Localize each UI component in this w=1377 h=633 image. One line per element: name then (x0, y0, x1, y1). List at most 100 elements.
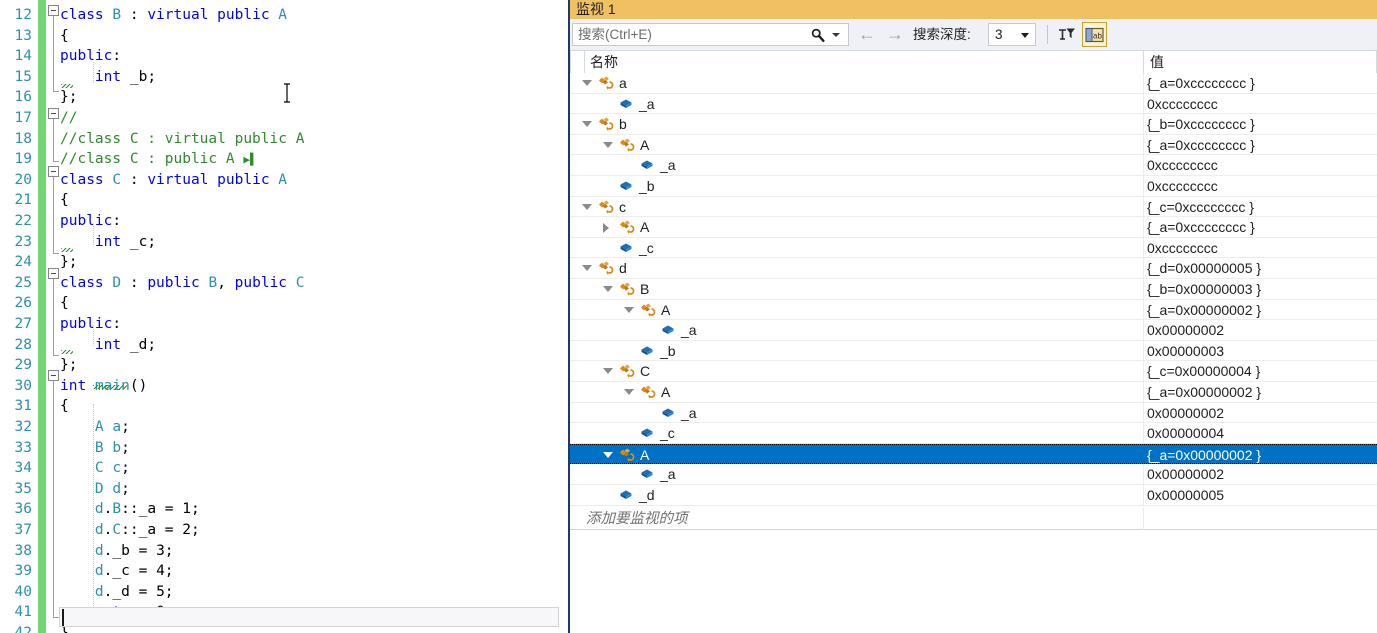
column-header-name[interactable]: 名称 (590, 51, 618, 73)
watch-row[interactable]: d {_d=0x00000005 } (570, 258, 1377, 279)
fold-toggle-line12[interactable] (48, 5, 59, 16)
expander-expanded-icon[interactable] (624, 306, 634, 313)
watch-row-name[interactable]: _c (660, 423, 675, 443)
watch-row-name[interactable]: A (661, 300, 670, 320)
watch-row-value[interactable]: {_b=0x00000003 } (1147, 279, 1261, 299)
watch-row[interactable]: _a 0x00000002 (570, 402, 1377, 424)
grid-header-sep[interactable] (584, 51, 585, 73)
watch-row[interactable]: B {_b=0x00000003 } (570, 279, 1377, 300)
code-text[interactable]: d.C::_a = 2; (60, 520, 200, 541)
watch-row-name[interactable]: _a (639, 94, 655, 114)
watch-row[interactable]: A {_a=0x00000002 } (570, 382, 1377, 403)
expander-expanded-icon[interactable] (582, 265, 592, 272)
watch-row-name[interactable]: _a (681, 320, 697, 340)
watch-row-value[interactable]: 0x00000002 (1147, 403, 1224, 423)
code-editor-pane[interactable]: 12 class B : virtual public A 13 {14 public:… (0, 0, 570, 633)
watch-row[interactable]: _c 0x00000004 (570, 423, 1377, 444)
watch-row-value[interactable]: 0x00000002 (1147, 320, 1224, 340)
add-watch-row[interactable]: 添加要监视的项 (570, 507, 1377, 530)
watch-row[interactable]: A {_a=0xcccccccc } (570, 134, 1377, 156)
code-line[interactable]: 23 int _c; (0, 232, 568, 253)
code-text[interactable]: class C : virtual public A (60, 170, 287, 191)
watch-row-value[interactable]: 0xcccccccc (1147, 155, 1218, 175)
watch-row[interactable]: A {_a=0x00000002 } (570, 299, 1377, 321)
code-line[interactable]: 18 //class C : virtual public A (0, 129, 568, 150)
watch-row[interactable]: _a 0xcccccccc (570, 93, 1377, 115)
watch-row[interactable]: _a 0x00000002 (570, 320, 1377, 341)
code-text[interactable]: int _b; (60, 67, 156, 88)
code-line[interactable]: 28 int _d; (0, 335, 568, 356)
code-line[interactable]: 13 { (0, 26, 568, 47)
watch-row-name[interactable]: B (640, 279, 649, 299)
watch-row-value[interactable]: 0xcccccccc (1147, 238, 1218, 258)
code-line[interactable]: 21 { (0, 190, 568, 211)
watch-row-value[interactable]: {_a=0xcccccccc } (1147, 135, 1255, 155)
watch-row-value[interactable]: 0x00000003 (1147, 341, 1224, 361)
watch-row[interactable]: c {_c=0xcccccccc } (570, 196, 1377, 218)
watch-row[interactable]: _a 0xcccccccc (570, 155, 1377, 176)
watch-row[interactable]: _a 0x00000002 (570, 464, 1377, 485)
watch-row-value[interactable]: 0xcccccccc (1147, 94, 1218, 114)
expander-expanded-icon[interactable] (582, 203, 592, 210)
code-line[interactable]: 36 d.B::_a = 1; (0, 499, 568, 520)
watch-row-value[interactable]: 0xcccccccc (1147, 176, 1218, 196)
search-depth-chevron-down-icon[interactable] (1021, 33, 1029, 38)
column-header-value[interactable]: 值 (1150, 51, 1164, 73)
code-line[interactable]: 20 class C : virtual public A (0, 170, 568, 191)
fold-toggle-line30[interactable] (48, 370, 59, 381)
code-line[interactable]: 12 class B : virtual public A (0, 5, 568, 26)
watch-row-name[interactable]: b (619, 114, 627, 134)
code-line[interactable]: 38 d._b = 3; (0, 541, 568, 562)
watch-row-value[interactable]: {_c=0x00000004 } (1147, 361, 1260, 381)
code-text[interactable]: public: (60, 314, 121, 335)
watch-row-name[interactable]: _a (681, 403, 697, 423)
code-text[interactable]: { (60, 26, 69, 47)
watch-row-value[interactable]: {_a=0x00000002 } (1147, 445, 1261, 465)
watch-row-value[interactable]: {_a=0x00000002 } (1147, 382, 1261, 402)
code-text[interactable]: public: (60, 46, 121, 67)
fold-toggle-line17[interactable] (48, 108, 59, 119)
code-line[interactable]: 26 { (0, 293, 568, 314)
code-text[interactable]: //class C : virtual public A (60, 129, 304, 150)
search-icon[interactable] (810, 27, 826, 43)
watch-row-value[interactable]: {_d=0x00000005 } (1147, 258, 1261, 278)
code-text[interactable]: { (60, 396, 69, 417)
watch-row-name[interactable]: _a (660, 155, 676, 175)
code-line[interactable]: 35 D d; (0, 479, 568, 500)
expander-expanded-icon[interactable] (582, 80, 592, 86)
code-line[interactable]: 29}; (0, 355, 568, 376)
watch-row-name[interactable]: A (640, 217, 649, 237)
code-line[interactable]: 24}; (0, 252, 568, 273)
watch-row-value[interactable]: {_b=0xcccccccc } (1147, 114, 1255, 134)
code-line[interactable]: 25 class D : public B, public C (0, 273, 568, 294)
show-raw-structure-button[interactable]: ab (1082, 22, 1107, 47)
code-line[interactable]: 22 public: (0, 211, 568, 232)
code-text[interactable]: }; (60, 355, 77, 376)
expander-collapsed-icon[interactable] (603, 223, 609, 234)
code-line[interactable]: 40 d._d = 5; (0, 582, 568, 603)
watch-row-name[interactable]: a (619, 73, 627, 93)
watch-row-name[interactable]: C (640, 361, 650, 381)
code-text[interactable]: }; (60, 252, 77, 273)
code-line[interactable]: 37 d.C::_a = 2; (0, 520, 568, 541)
watch-title-bar[interactable]: 监视 1 (570, 0, 1377, 19)
expander-expanded-icon[interactable] (603, 451, 613, 458)
code-text[interactable]: int _d; (60, 335, 156, 356)
code-text[interactable]: //class C : public A ▶▌ (60, 149, 257, 171)
watch-row[interactable]: _d 0x00000005 (570, 485, 1377, 506)
code-line[interactable]: 31 { (0, 396, 568, 417)
search-forward-button[interactable]: → (883, 23, 907, 45)
watch-row-value[interactable]: {_a=0xcccccccc } (1147, 217, 1255, 237)
watch-row[interactable]: _c 0xcccccccc (570, 237, 1377, 259)
code-line[interactable]: 27 public: (0, 314, 568, 335)
watch-row-name[interactable]: c (619, 197, 626, 217)
watch-row[interactable]: a {_a=0xcccccccc } (570, 73, 1377, 94)
search-options-chevron-down-icon[interactable] (832, 33, 840, 37)
fold-toggle-line20[interactable] (48, 166, 59, 177)
watch-row-name[interactable]: A (640, 445, 649, 465)
code-text[interactable]: class D : public B, public C (60, 273, 305, 294)
watch-row-name[interactable]: _b (639, 176, 655, 196)
watch-row-name[interactable]: _a (660, 464, 676, 484)
code-text[interactable]: public: (60, 211, 121, 232)
watch-row-value[interactable]: {_a=0x00000002 } (1147, 300, 1261, 320)
